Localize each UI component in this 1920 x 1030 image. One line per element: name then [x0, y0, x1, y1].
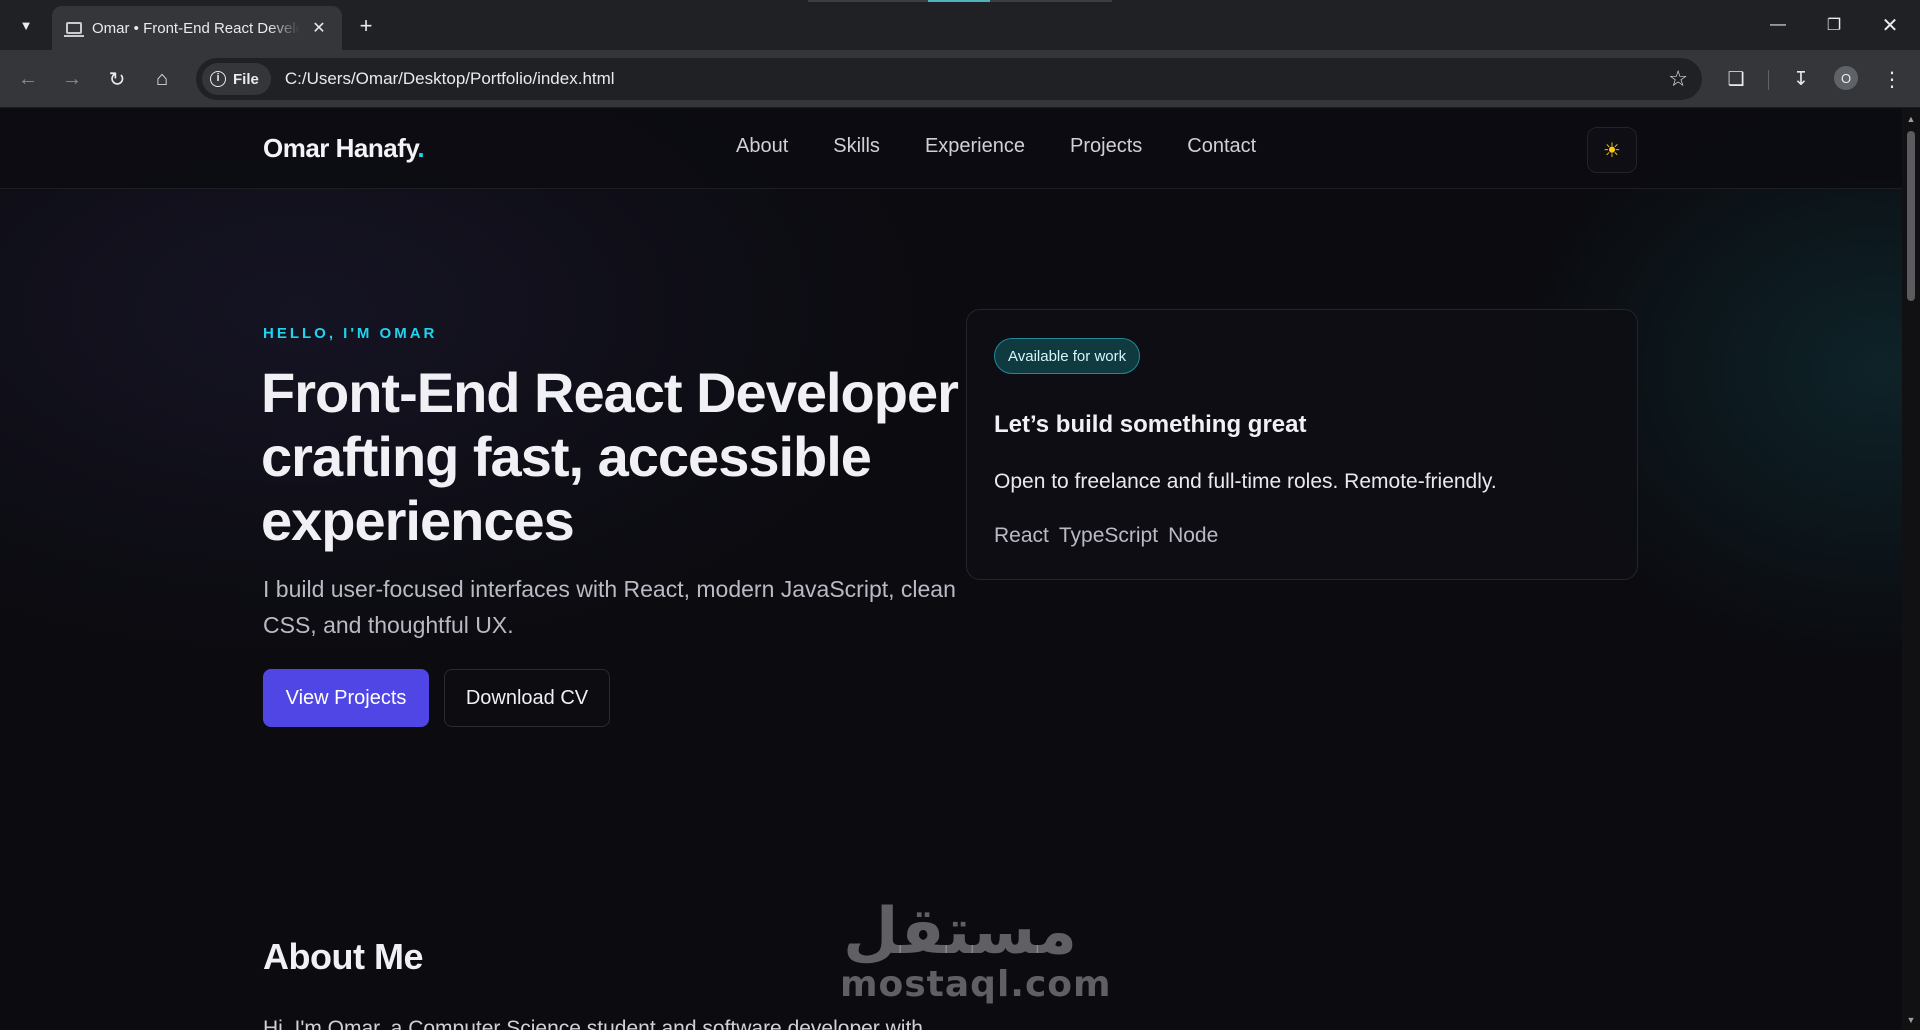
download-icon[interactable]: ↧ [1785, 63, 1817, 95]
watermark-latin: mostaql.com [840, 964, 1112, 1005]
about-section-title: About Me [263, 936, 423, 977]
restore-window-icon[interactable]: ❐ [1806, 0, 1862, 50]
card-title: Let’s build something great [994, 411, 1307, 438]
main-nav: About Skills Experience Projects Contact [736, 135, 1256, 158]
availability-badge: Available for work [994, 338, 1141, 374]
nav-link-about[interactable]: About [736, 135, 788, 158]
sun-icon: ☀ [1603, 139, 1621, 162]
hero-title: Front-End React Developer crafting fast,… [261, 361, 959, 552]
url-text[interactable]: C:/Users/Omar/Desktop/Portfolio/index.ht… [285, 69, 615, 89]
close-tab-icon[interactable]: ✕ [310, 18, 328, 38]
scroll-up-arrow-icon[interactable]: ▲ [1902, 111, 1920, 127]
nav-link-contact[interactable]: Contact [1187, 135, 1256, 158]
toolbar-divider [1768, 70, 1769, 90]
page-viewport: Omar Hanafy. About Skills Experience Pro… [0, 109, 1902, 1030]
tech-item-react: React [994, 524, 1049, 547]
download-cv-button[interactable]: Download CV [444, 669, 610, 727]
browser-tab-active[interactable]: Omar • Front-End React Developer ✕ [52, 6, 342, 50]
site-header: Omar Hanafy. About Skills Experience Pro… [0, 109, 1902, 189]
back-arrow-icon[interactable]: ← [12, 63, 44, 95]
tech-list: React TypeScript Node [994, 524, 1218, 548]
minimize-window-icon[interactable]: — [1750, 0, 1806, 50]
site-info-chip[interactable]: i File [202, 63, 271, 95]
mostaql-watermark: مستقل mostaql.com [840, 895, 1112, 1005]
extensions-puzzle-icon[interactable]: ❑ [1720, 63, 1752, 95]
nav-link-projects[interactable]: Projects [1070, 135, 1142, 158]
tab-search-chevron-icon[interactable]: ▼ [10, 10, 42, 40]
reload-icon[interactable]: ↻ [101, 63, 133, 95]
scroll-down-arrow-icon[interactable]: ▼ [1902, 1012, 1920, 1028]
hero-subtitle: I build user-focused interfaces with Rea… [263, 576, 956, 638]
tech-item-typescript: TypeScript [1058, 524, 1159, 547]
new-tab-plus-icon[interactable]: + [352, 12, 380, 40]
about-text: Hi, I'm Omar, a Computer Science student… [263, 1017, 923, 1030]
theme-toggle-button[interactable]: ☀ [1587, 127, 1637, 173]
kebab-menu-icon[interactable]: ⋮ [1876, 63, 1908, 95]
laptop-icon [64, 22, 84, 37]
close-window-icon[interactable]: ✕ [1862, 0, 1918, 50]
logo-dot: . [417, 133, 425, 163]
availability-card: Available for work Let’s build something… [966, 309, 1638, 580]
page-scrollbar[interactable]: ▲ ▼ [1902, 109, 1920, 1030]
tab-title: Omar • Front-End React Developer [92, 19, 300, 37]
nav-link-skills[interactable]: Skills [833, 135, 880, 158]
hero-eyebrow: HELLO, I'M OMAR [263, 325, 438, 342]
view-projects-button[interactable]: View Projects [263, 669, 429, 727]
tab-scroll-indicator-accent [928, 0, 990, 2]
browser-tab-strip: ▼ Omar • Front-End React Developer ✕ + —… [0, 0, 1920, 50]
forward-arrow-icon[interactable]: → [56, 63, 88, 95]
tech-item-node: Node [1168, 524, 1219, 547]
browser-toolbar: ← → ↻ ⌂ i File C:/Users/Omar/Desktop/Por… [0, 50, 1920, 108]
logo-text: Omar Hanafy [263, 133, 418, 163]
address-bar[interactable]: i File C:/Users/Omar/Desktop/Portfolio/i… [196, 58, 1702, 100]
url-scheme-label: File [233, 70, 259, 88]
scrollbar-thumb[interactable] [1907, 131, 1915, 301]
watermark-arabic: مستقل [842, 895, 1078, 969]
nav-link-experience[interactable]: Experience [925, 135, 1025, 158]
home-icon[interactable]: ⌂ [146, 63, 178, 95]
profile-avatar[interactable]: O [1834, 66, 1858, 90]
card-text: Open to freelance and full-time roles. R… [994, 470, 1497, 493]
site-logo[interactable]: Omar Hanafy. [263, 133, 425, 164]
info-icon: i [210, 71, 226, 87]
bookmark-star-icon[interactable]: ☆ [1668, 66, 1688, 92]
